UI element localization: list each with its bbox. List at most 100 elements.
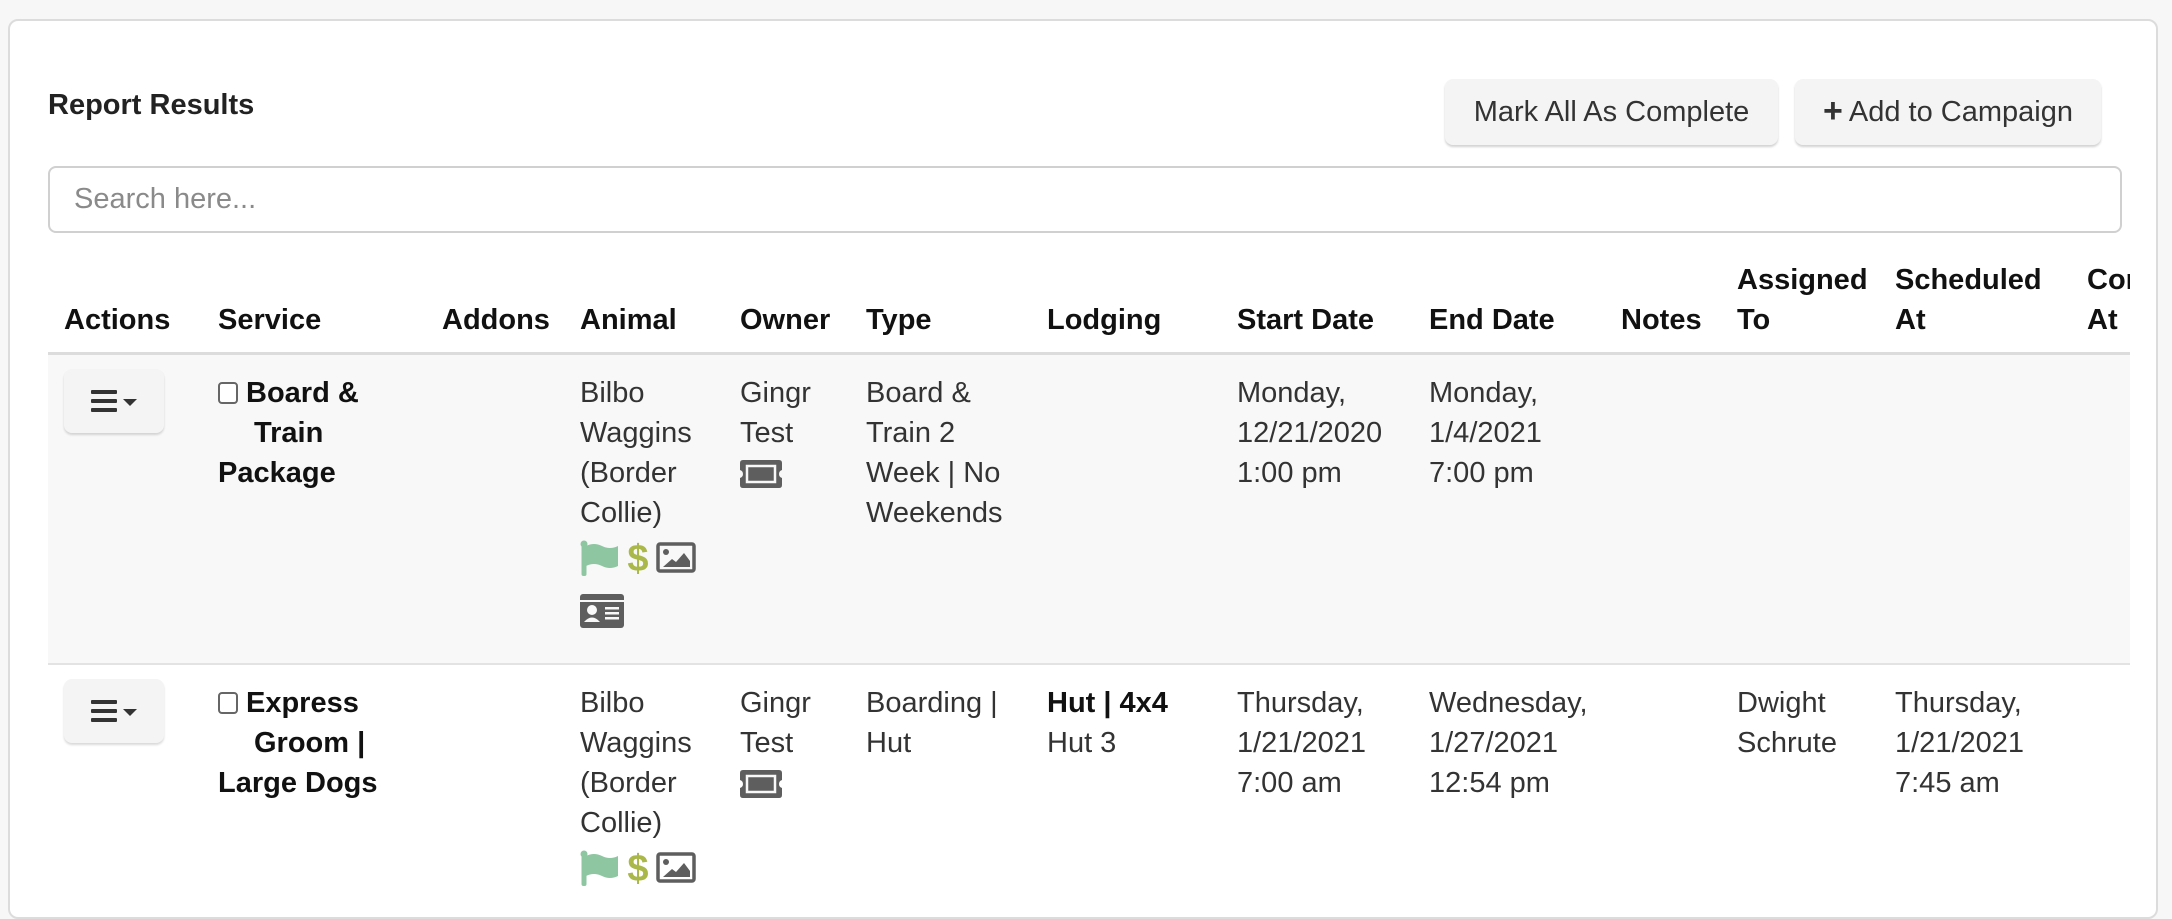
service-cell: Board & Train Package (202, 353, 426, 664)
animal-cell-line: Waggins (580, 726, 692, 759)
animal-cell-line: Collie) (580, 496, 663, 529)
owner-cell-line: Gingr (740, 376, 811, 409)
type-cell-line: Weekends (866, 496, 1003, 529)
column-header-end-date[interactable]: End Date (1413, 253, 1605, 355)
owner-cell-line: Test (740, 726, 794, 759)
animal-icons: $ (580, 538, 720, 639)
image-icon[interactable] (656, 541, 696, 585)
animal-cell-line: (Border (580, 456, 677, 489)
scheduled-at-cell: Thursday, 1/21/2021 7:45 am (1879, 662, 2071, 913)
notes-cell (1605, 353, 1721, 664)
service-line: Package (218, 453, 410, 493)
column-header-completed-at[interactable]: ComAt (2071, 253, 2130, 355)
column-header-lodging[interactable]: Lodging (1031, 253, 1221, 355)
column-header-assigned-to[interactable]: Assigned To (1721, 253, 1879, 355)
end-date-cell-line: 12:54 pm (1429, 766, 1550, 799)
column-header-scheduled-at[interactable]: Scheduled At (1879, 253, 2071, 355)
start-date-cell-line: Monday, (1237, 376, 1347, 409)
add-to-campaign-label: Add to Campaign (1848, 95, 2073, 128)
actions-cell (48, 662, 202, 913)
id-card-icon[interactable] (580, 593, 624, 639)
start-date-cell-line: Thursday, (1237, 686, 1364, 719)
scheduled-at-cell (1879, 353, 2071, 664)
column-header-notes[interactable]: Notes (1605, 253, 1721, 355)
type-cell: Boarding | Hut (850, 662, 1031, 913)
service-line: Groom | (218, 723, 410, 763)
type-cell-line: Boarding | (866, 686, 998, 719)
ticket-icon[interactable] (740, 459, 782, 499)
row-actions-menu-button[interactable] (64, 368, 164, 433)
type-cell-line: Week | No (866, 456, 1001, 489)
owner-cell-line: Test (740, 416, 794, 449)
start-date-cell-line: 1:00 pm (1237, 456, 1342, 489)
svg-text:$: $ (627, 849, 648, 887)
animal-cell-line: Bilbo (580, 376, 645, 409)
completed-at-cell (2071, 353, 2130, 664)
start-date-cell: Thursday, 1/21/2021 7:00 am (1221, 662, 1413, 913)
dollar-icon[interactable]: $ (626, 848, 650, 898)
column-header-actions[interactable]: Actions (48, 253, 202, 355)
animal-cell-line: (Border (580, 766, 677, 799)
report-results-card: Report Results Mark All As Complete + Ad… (8, 19, 2158, 919)
flag-icon[interactable] (580, 540, 620, 587)
row-select-checkbox[interactable] (218, 381, 238, 404)
row-actions-menu-button[interactable] (64, 678, 164, 743)
owner-cell: Gingr Test (724, 662, 850, 913)
flag-icon[interactable] (580, 850, 620, 897)
caret-down-icon (123, 399, 137, 406)
service-text: Train (254, 416, 324, 449)
owner-cell-line: Gingr (740, 686, 811, 719)
service-cell: Express Groom | Large Dogs (202, 662, 426, 913)
start-date-cell-line: 7:00 am (1237, 766, 1342, 799)
type-cell-line: Hut (866, 726, 912, 759)
column-header-type[interactable]: Type (850, 253, 1031, 355)
table-row: Board & Train Package Bilbo Waggins (Border Co… (48, 353, 2130, 664)
column-header-owner[interactable]: Owner (724, 253, 850, 355)
column-header-animal[interactable]: Animal (564, 253, 724, 355)
scheduled-at-cell-line: Thursday, (1895, 686, 2022, 719)
completed-at-cell (2071, 662, 2130, 913)
caret-down-icon (123, 709, 137, 716)
report-table: Actions Service Addons Animal Owner Type Lodgi… (48, 253, 2130, 913)
lodging-cell (1031, 353, 1221, 664)
service-line: Train (218, 413, 410, 453)
row-select-checkbox[interactable] (218, 691, 238, 714)
assigned-to-cell-line: Dwight (1737, 686, 1826, 719)
table-row: Express Groom | Large Dogs Bilbo Waggins (Bor… (48, 662, 2130, 913)
animal-cell: Bilbo Waggins (Border Collie) $ (564, 353, 724, 664)
start-date-cell-line: 1/21/2021 (1237, 726, 1367, 759)
type-cell-line: Board & (866, 376, 971, 409)
start-date-cell: Monday, 12/21/2020 1:00 pm (1221, 353, 1413, 664)
lodging-cell: Hut | 4x4 Hut 3 (1031, 662, 1221, 913)
service-text: Groom | (254, 726, 366, 759)
animal-icons: $ (580, 848, 720, 898)
animal-cell: Bilbo Waggins (Border Collie) $ (564, 662, 724, 913)
assigned-to-cell-line: Schrute (1737, 726, 1837, 759)
dollar-icon[interactable]: $ (626, 538, 650, 588)
service-line: Board & (218, 373, 410, 413)
assigned-to-cell (1721, 353, 1879, 664)
end-date-cell: Monday, 1/4/2021 7:00 pm (1413, 353, 1605, 664)
service-text: Express (246, 686, 359, 719)
end-date-cell-line: 1/27/2021 (1429, 726, 1559, 759)
notes-cell (1605, 662, 1721, 913)
column-header-start-date[interactable]: Start Date (1221, 253, 1413, 355)
type-cell-line: Train 2 (866, 416, 956, 449)
addons-cell (426, 353, 564, 664)
lodging-unit: Hut 3 (1047, 726, 1117, 759)
svg-text:$: $ (627, 539, 648, 577)
add-to-campaign-button[interactable]: + Add to Campaign (1795, 79, 2101, 145)
hamburger-icon (91, 699, 117, 722)
search-input[interactable] (48, 166, 2122, 233)
scheduled-at-cell-line: 1/21/2021 (1895, 726, 2025, 759)
report-table-scroll[interactable]: Actions Service Addons Animal Owner Type Lodgi… (48, 253, 2130, 913)
image-icon[interactable] (656, 851, 696, 895)
column-header-service[interactable]: Service (202, 253, 426, 355)
addons-cell (426, 662, 564, 913)
animal-cell-line: Collie) (580, 806, 663, 839)
service-text: Board & (246, 376, 359, 409)
page-title: Report Results (48, 89, 255, 121)
column-header-addons[interactable]: Addons (426, 253, 564, 355)
ticket-icon[interactable] (740, 769, 782, 809)
mark-all-complete-button[interactable]: Mark All As Complete (1445, 79, 1778, 145)
